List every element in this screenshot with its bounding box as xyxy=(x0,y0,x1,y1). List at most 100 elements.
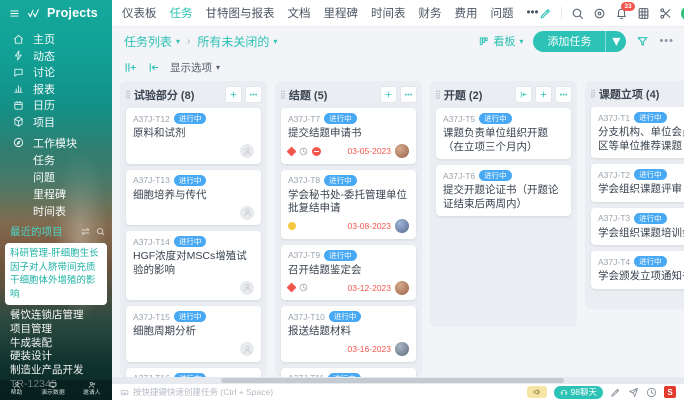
add-card-icon xyxy=(229,90,238,99)
create-new-button[interactable] xyxy=(681,6,684,21)
task-card[interactable]: A37J-T12进行中原料和试剂 xyxy=(126,108,261,164)
blocked-icon xyxy=(312,147,321,156)
send-icon[interactable] xyxy=(628,387,639,398)
tab-仪表板[interactable]: 仪表板 xyxy=(122,5,157,21)
drag-handle-icon[interactable]: ⣿ xyxy=(590,90,595,98)
tab-费用[interactable]: 费用 xyxy=(455,5,478,21)
column-add-button[interactable] xyxy=(380,86,397,103)
tab-时间表[interactable]: 时间表 xyxy=(371,5,406,21)
scrollbar-thumb[interactable] xyxy=(221,378,564,383)
column-more-icon xyxy=(404,90,413,99)
signature-pen-icon xyxy=(539,7,552,20)
due-date: 03-16-2023 xyxy=(348,344,391,354)
add-task-button[interactable]: 添加任务 ▾ xyxy=(533,31,626,52)
drag-handle-icon[interactable]: ⣿ xyxy=(435,91,440,99)
tab-任务[interactable]: 任务 xyxy=(170,5,193,21)
project-search-icon[interactable] xyxy=(96,227,105,236)
announcement-icon[interactable] xyxy=(527,386,547,398)
recent-projects-label: 最近的项目 xyxy=(10,224,63,239)
sidebar-item-讨论[interactable]: 讨论 xyxy=(0,64,112,81)
task-card[interactable]: A37J-T3进行中学会组织课题培训会 xyxy=(591,208,684,246)
task-card[interactable]: A37J-T5进行中课题负责单位组织开题（在立项三个月内） xyxy=(436,108,571,159)
sidebar-item-日历[interactable]: 日历 xyxy=(0,97,112,114)
recent-project-item[interactable]: 项目管理 xyxy=(10,323,112,337)
clock-icon[interactable] xyxy=(646,387,657,398)
sidebar-item-报表[interactable]: 报表 xyxy=(0,81,112,98)
sidebar-item-动态[interactable]: 动态 xyxy=(0,48,112,65)
pen-icon[interactable] xyxy=(610,387,621,398)
card-footer: 03-05-2023 xyxy=(288,144,409,159)
task-card[interactable]: A37J-T9进行中召开结题鉴定会03-12-2023 xyxy=(281,245,416,301)
tab-•••[interactable]: ••• xyxy=(527,7,539,19)
signature-pen-icon[interactable] xyxy=(539,7,552,20)
column-more-button[interactable] xyxy=(555,86,572,103)
red-app-icon[interactable]: S xyxy=(664,386,676,398)
tab-问题[interactable]: 问题 xyxy=(491,5,514,21)
work-item-时间表[interactable]: 时间表 xyxy=(0,202,112,219)
task-id: A37J-T13 xyxy=(133,175,170,185)
column-more-button[interactable] xyxy=(400,86,417,103)
task-card[interactable]: A37J-T7进行中提交结题申请书03-05-2023 xyxy=(281,108,416,164)
search-icon[interactable] xyxy=(571,7,584,20)
recent-project-item[interactable]: 制造业产品开发 xyxy=(10,364,112,378)
display-options-dropdown[interactable]: 显示选项 ▾ xyxy=(170,60,220,75)
scope-dropdown[interactable]: 所有未关闭的 xyxy=(197,33,269,50)
sidebar-section-work[interactable]: 工作模块 xyxy=(0,134,112,151)
task-card[interactable]: A37J-T16进行中Western blot检测 xyxy=(126,368,261,378)
add-column-icon[interactable] xyxy=(124,61,137,74)
filter-icon[interactable] xyxy=(636,35,649,48)
target-icon[interactable] xyxy=(593,7,606,20)
sidebar-footer-帮助[interactable]: 帮助 xyxy=(10,381,23,396)
sidebar-footer-邀请人[interactable]: 邀请人 xyxy=(82,381,102,396)
task-card[interactable]: A37J-T2进行中学会组织课题评审 xyxy=(591,164,684,202)
horizontal-scrollbar[interactable] xyxy=(112,377,684,384)
column-add-button[interactable] xyxy=(535,86,552,103)
tab-甘特图与报表[interactable]: 甘特图与报表 xyxy=(206,5,275,21)
sidebar-footer-演示数据[interactable]: 演示数据 xyxy=(40,381,66,396)
more-options-icon[interactable]: ••• xyxy=(659,35,674,47)
tab-财务[interactable]: 财务 xyxy=(419,5,442,21)
board-column: ⣿结题 (5)A37J-T7进行中提交结题申请书03-05-2023A37J-T… xyxy=(275,81,422,377)
view-switcher[interactable]: 看板 ▾ xyxy=(478,33,523,49)
work-item-任务[interactable]: 任务 xyxy=(0,151,112,168)
task-list-dropdown[interactable]: 任务列表 xyxy=(124,33,172,50)
drag-handle-icon[interactable]: ⣿ xyxy=(280,91,285,99)
column-more-button[interactable] xyxy=(245,86,262,103)
work-item-里程碑[interactable]: 里程碑 xyxy=(0,185,112,202)
assignee-avatar xyxy=(395,281,409,295)
scissors-icon[interactable] xyxy=(659,7,672,20)
chat-support-button[interactable]: 98聊天 xyxy=(554,386,603,399)
screen-icon xyxy=(49,381,57,389)
collapse-columns-icon[interactable] xyxy=(147,61,160,74)
target-icon xyxy=(593,7,606,20)
task-card[interactable]: A37J-T1进行中分支机构、单位会员、地区等单位推荐课题 xyxy=(591,107,684,158)
drag-handle-icon[interactable]: ⣿ xyxy=(125,91,130,99)
task-card[interactable]: A37J-T14进行中HGF浓度对MSCs增殖试验的影响 xyxy=(126,231,261,300)
tab-文档[interactable]: 文档 xyxy=(288,5,311,21)
task-card[interactable]: A37J-T8进行中学会秘书处-委托管理单位批复结申请03-08-2023 xyxy=(281,170,416,239)
notifications-button[interactable]: 33 xyxy=(615,7,628,20)
tab-里程碑[interactable]: 里程碑 xyxy=(324,5,359,21)
quick-create-hint[interactable]: 按快捷键快速创建任务 (Ctrl + Space) xyxy=(120,386,273,398)
task-card[interactable]: A37J-T4进行中学会颁发立项通知书 xyxy=(591,251,684,289)
column-add-button[interactable] xyxy=(225,86,242,103)
apps-grid-icon[interactable] xyxy=(637,7,650,20)
sidebar-item-项目[interactable]: 项目 xyxy=(0,114,112,131)
recent-project-item[interactable]: 餐饮连锁店管理 xyxy=(10,309,112,323)
task-id: A37J-T15 xyxy=(133,312,170,322)
task-card[interactable]: A37J-T15进行中细胞周期分析 xyxy=(126,306,261,362)
hamburger-menu-icon[interactable] xyxy=(9,8,20,19)
work-item-问题[interactable]: 问题 xyxy=(0,168,112,185)
add-task-dropdown[interactable]: ▾ xyxy=(605,31,626,52)
collapse-projects-icon[interactable] xyxy=(81,227,90,236)
task-card[interactable]: A37J-T6进行中提交开题论证书（开题论证结束后两周内） xyxy=(436,165,571,216)
task-card[interactable]: A37J-T13进行中细胞培养与传代 xyxy=(126,170,261,226)
sidebar-item-主页[interactable]: 主页 xyxy=(0,31,112,48)
task-card[interactable]: A37J-T11进行中中国教育协会批复结题，颁发结题证书 xyxy=(281,368,416,378)
task-card[interactable]: A37J-T10进行中报送结题材料03-16-2023 xyxy=(281,306,416,362)
recent-project-active[interactable]: 科研管理-肝细胞生长因子对人脐带间充质干细胞体外增殖的影响 xyxy=(5,243,107,305)
calendar-icon xyxy=(13,100,24,111)
column-collapse-button[interactable] xyxy=(515,86,532,103)
recent-project-item[interactable]: 硬装设计 xyxy=(10,350,112,364)
recent-project-item[interactable]: 牛成装配 xyxy=(10,337,112,351)
